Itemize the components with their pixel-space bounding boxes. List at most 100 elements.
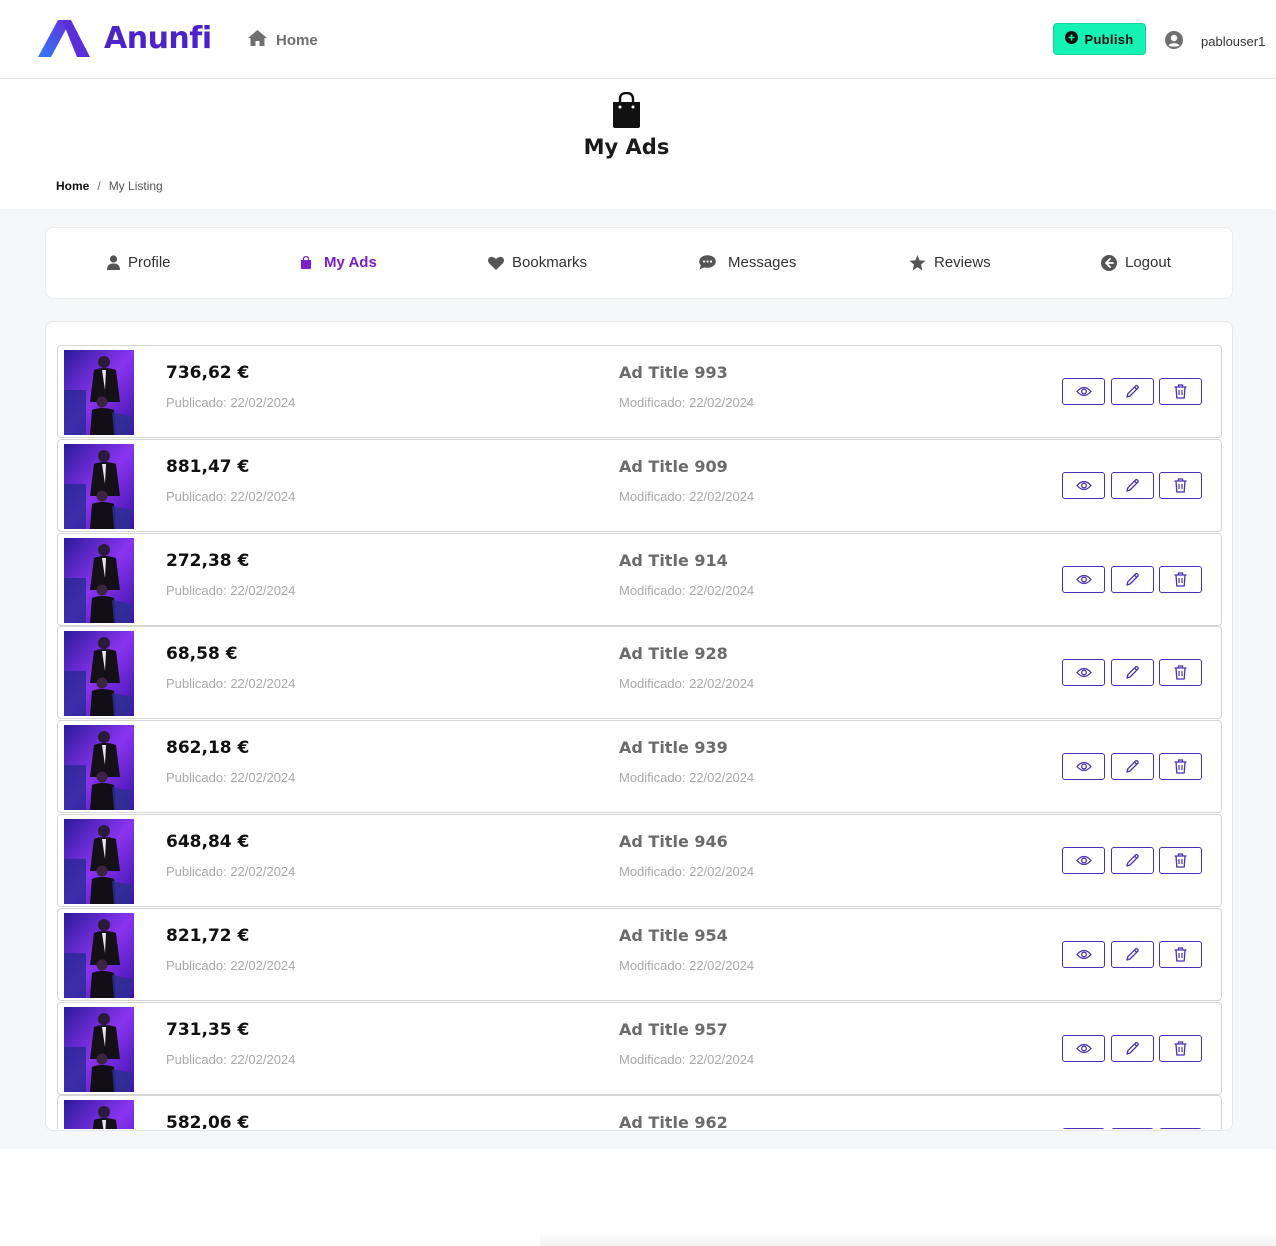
ad-thumbnail-photo bbox=[64, 912, 134, 998]
ad-thumbnail[interactable] bbox=[64, 819, 134, 904]
edit-ad-button[interactable] bbox=[1111, 565, 1154, 593]
edit-ad-button[interactable] bbox=[1111, 378, 1154, 405]
tab-messages[interactable]: Messages bbox=[699, 254, 796, 271]
account-tabs: Profile My Ads Bookmarks Messages Review… bbox=[45, 227, 1233, 299]
view-ad-button[interactable] bbox=[1062, 940, 1105, 968]
ad-thumbnail[interactable] bbox=[64, 912, 134, 998]
ad-thumbnail[interactable] bbox=[64, 1006, 134, 1092]
ad-title[interactable]: Ad Title 957 bbox=[619, 1020, 728, 1039]
brand-logo[interactable]: Anunfi bbox=[38, 20, 212, 57]
ad-thumbnail-photo bbox=[64, 350, 134, 435]
ad-title[interactable]: Ad Title 962 bbox=[619, 1113, 728, 1129]
edit-ad-button[interactable] bbox=[1111, 471, 1154, 499]
view-ad-button[interactable] bbox=[1062, 565, 1105, 593]
ad-row[interactable]: 821,72 € Publicado: 22/02/2024 Ad Title 95… bbox=[57, 907, 1222, 1001]
ad-thumbnail[interactable] bbox=[64, 631, 134, 717]
tab-logout[interactable]: Logout bbox=[1101, 254, 1171, 271]
shopping-bag-icon bbox=[611, 91, 642, 133]
delete-ad-button[interactable] bbox=[1159, 847, 1202, 874]
ad-thumbnail[interactable] bbox=[64, 537, 134, 623]
tab-profile[interactable]: Profile bbox=[107, 254, 171, 271]
trash-icon bbox=[1174, 1040, 1187, 1056]
ad-row[interactable]: 881,47 € Publicado: 22/02/2024 Ad Title 90… bbox=[57, 438, 1222, 532]
ad-title[interactable]: Ad Title 909 bbox=[619, 457, 728, 476]
ad-title[interactable]: Ad Title 939 bbox=[619, 738, 728, 757]
edit-ad-button[interactable] bbox=[1111, 753, 1154, 781]
ad-thumbnail[interactable] bbox=[64, 443, 134, 529]
delete-ad-button[interactable] bbox=[1159, 659, 1202, 687]
edit-ad-button[interactable] bbox=[1111, 1128, 1154, 1129]
ad-price: 648,84 € bbox=[166, 832, 250, 852]
edit-ad-button[interactable] bbox=[1111, 1034, 1154, 1062]
edit-ad-button[interactable] bbox=[1111, 659, 1154, 687]
tab-label: Reviews bbox=[934, 254, 991, 271]
view-ad-button[interactable] bbox=[1062, 659, 1105, 687]
ad-row[interactable]: 736,62 € Publicado: 22/02/2024 Ad Title 99… bbox=[57, 345, 1222, 438]
ad-thumbnail-photo bbox=[64, 1006, 134, 1092]
delete-ad-button[interactable] bbox=[1159, 1128, 1202, 1129]
ad-title[interactable]: Ad Title 993 bbox=[619, 363, 728, 382]
ad-published-date: Publicado: 22/02/2024 bbox=[166, 582, 296, 598]
arrow-left-circle-icon bbox=[1101, 254, 1117, 271]
page-title: My Ads bbox=[583, 135, 670, 159]
view-ad-button[interactable] bbox=[1062, 1034, 1105, 1062]
ad-title[interactable]: Ad Title 946 bbox=[619, 832, 728, 851]
ad-thumbnail-photo bbox=[64, 725, 134, 811]
view-ad-button[interactable] bbox=[1062, 471, 1105, 499]
ad-title[interactable]: Ad Title 928 bbox=[619, 644, 728, 663]
ad-modified-date: Modificado: 22/02/2024 bbox=[619, 957, 755, 973]
star-icon bbox=[909, 254, 926, 271]
eye-icon bbox=[1075, 1043, 1092, 1054]
edit-ad-button[interactable] bbox=[1111, 940, 1154, 968]
ad-row[interactable]: 731,35 € Publicado: 22/02/2024 Ad Title 95… bbox=[57, 1001, 1222, 1095]
ad-published-date: Publicado: 22/02/2024 bbox=[166, 770, 296, 786]
ad-thumbnail[interactable] bbox=[64, 1100, 134, 1129]
edit-ad-button[interactable] bbox=[1111, 847, 1154, 874]
username[interactable]: pablouser1 bbox=[1201, 34, 1265, 49]
tab-bookmarks[interactable]: Bookmarks bbox=[488, 254, 587, 271]
ad-row[interactable]: 582,06 €Publicado: 22/02/2024Ad Title 96… bbox=[57, 1095, 1222, 1129]
ad-row[interactable]: 862,18 € Publicado: 22/02/2024 Ad Title 93… bbox=[57, 720, 1222, 814]
pencil-icon bbox=[1125, 853, 1140, 868]
ad-row[interactable]: 648,84 € Publicado: 22/02/2024 Ad Title 94… bbox=[57, 814, 1222, 907]
ad-thumbnail[interactable] bbox=[64, 350, 134, 435]
delete-ad-button[interactable] bbox=[1159, 471, 1202, 499]
ad-published-date: Publicado: 22/02/2024 bbox=[166, 864, 296, 879]
view-ad-button[interactable] bbox=[1062, 378, 1105, 405]
bottom-shadow bbox=[540, 1232, 1276, 1246]
ad-published-date: Publicado: 22/02/2024 bbox=[166, 676, 296, 692]
ad-price: 821,72 € bbox=[166, 925, 250, 946]
ad-thumbnail-photo bbox=[64, 1100, 134, 1129]
user-icon bbox=[107, 255, 120, 270]
ads-list[interactable]: 736,62 € Publicado: 22/02/2024 Ad Title 99… bbox=[57, 345, 1222, 1129]
ad-title[interactable]: Ad Title 954 bbox=[619, 926, 728, 945]
ad-row[interactable]: 272,38 € Publicado: 22/02/2024 Ad Title 91… bbox=[57, 532, 1222, 626]
delete-ad-button[interactable] bbox=[1159, 378, 1202, 405]
pencil-icon bbox=[1125, 759, 1140, 774]
pencil-icon bbox=[1125, 1041, 1140, 1056]
eye-icon bbox=[1075, 386, 1092, 397]
user-circle-icon[interactable] bbox=[1165, 31, 1183, 54]
delete-ad-button[interactable] bbox=[1159, 753, 1202, 781]
breadcrumb-home[interactable]: Home bbox=[56, 179, 89, 193]
tab-reviews[interactable]: Reviews bbox=[909, 254, 991, 271]
publish-button[interactable]: Publish bbox=[1053, 23, 1146, 55]
ad-thumbnail[interactable] bbox=[64, 725, 134, 811]
tab-my-ads[interactable]: My Ads bbox=[300, 254, 377, 271]
trash-icon bbox=[1174, 571, 1187, 587]
delete-ad-button[interactable] bbox=[1159, 565, 1202, 593]
plus-circle-icon bbox=[1065, 31, 1079, 47]
ad-title[interactable]: Ad Title 914 bbox=[619, 551, 728, 570]
delete-ad-button[interactable] bbox=[1159, 940, 1202, 968]
nav-home-link[interactable]: Home bbox=[248, 30, 318, 50]
trash-icon bbox=[1174, 947, 1187, 962]
view-ad-button[interactable] bbox=[1062, 753, 1105, 781]
ad-thumbnail-photo bbox=[64, 819, 134, 904]
view-ad-button[interactable] bbox=[1062, 1128, 1105, 1129]
delete-ad-button[interactable] bbox=[1159, 1034, 1202, 1062]
ads-list-card: 736,62 € Publicado: 22/02/2024 Ad Title 99… bbox=[45, 321, 1233, 1131]
view-ad-button[interactable] bbox=[1062, 847, 1105, 874]
ad-row[interactable]: 68,58 € Publicado: 22/02/2024 Ad Title 928… bbox=[57, 626, 1222, 720]
ad-price: 68,58 € bbox=[166, 644, 238, 665]
home-icon bbox=[248, 30, 267, 50]
